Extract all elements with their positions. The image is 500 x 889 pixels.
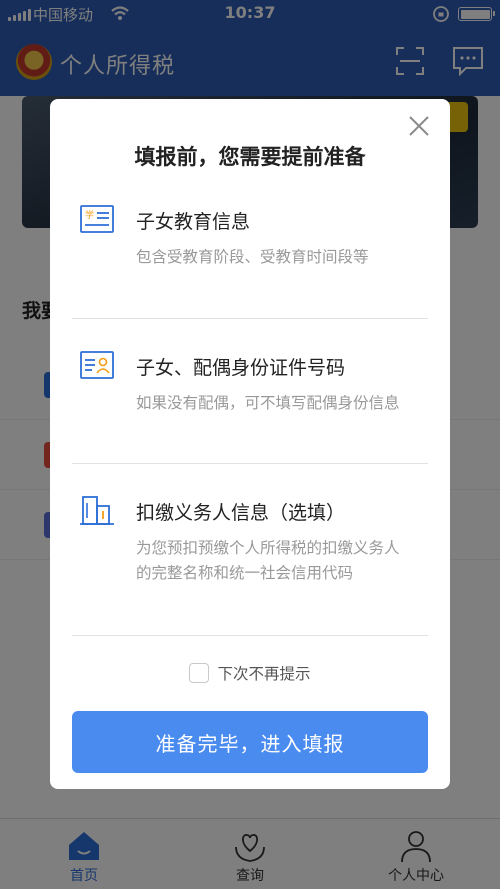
building-icon xyxy=(80,496,114,525)
preparation-dialog: 填报前，您需要提前准备 学 子女教育信息 包含受教育阶段、受教育时间段等 子女、… xyxy=(50,99,450,789)
dont-show-again-label: 下次不再提示 xyxy=(217,665,311,683)
item-title: 子女教育信息 xyxy=(136,211,251,233)
divider xyxy=(72,318,428,319)
dont-show-again-row[interactable]: 下次不再提示 xyxy=(50,660,450,686)
svg-text:学: 学 xyxy=(85,209,94,221)
dont-show-again-checkbox[interactable] xyxy=(189,663,210,683)
id-card-icon xyxy=(80,351,114,379)
divider xyxy=(72,635,428,636)
item-description: 如果没有配偶，可不填写配偶身份信息 xyxy=(136,394,400,412)
education-doc-icon: 学 xyxy=(80,205,114,233)
item-description: 为您预扣预缴个人所得税的扣缴义务人的完整名称和统一社会信用代码 xyxy=(136,539,400,582)
item-title: 子女、配偶身份证件号码 xyxy=(136,357,346,379)
item-description: 包含受教育阶段、受教育时间段等 xyxy=(136,248,369,266)
confirm-start-filing-button[interactable]: 准备完毕，进入填报 xyxy=(72,711,428,773)
dialog-title: 填报前，您需要提前准备 xyxy=(134,145,366,169)
item-title: 扣缴义务人信息（选填） xyxy=(136,502,346,524)
close-icon[interactable] xyxy=(404,111,434,141)
divider xyxy=(72,463,428,464)
